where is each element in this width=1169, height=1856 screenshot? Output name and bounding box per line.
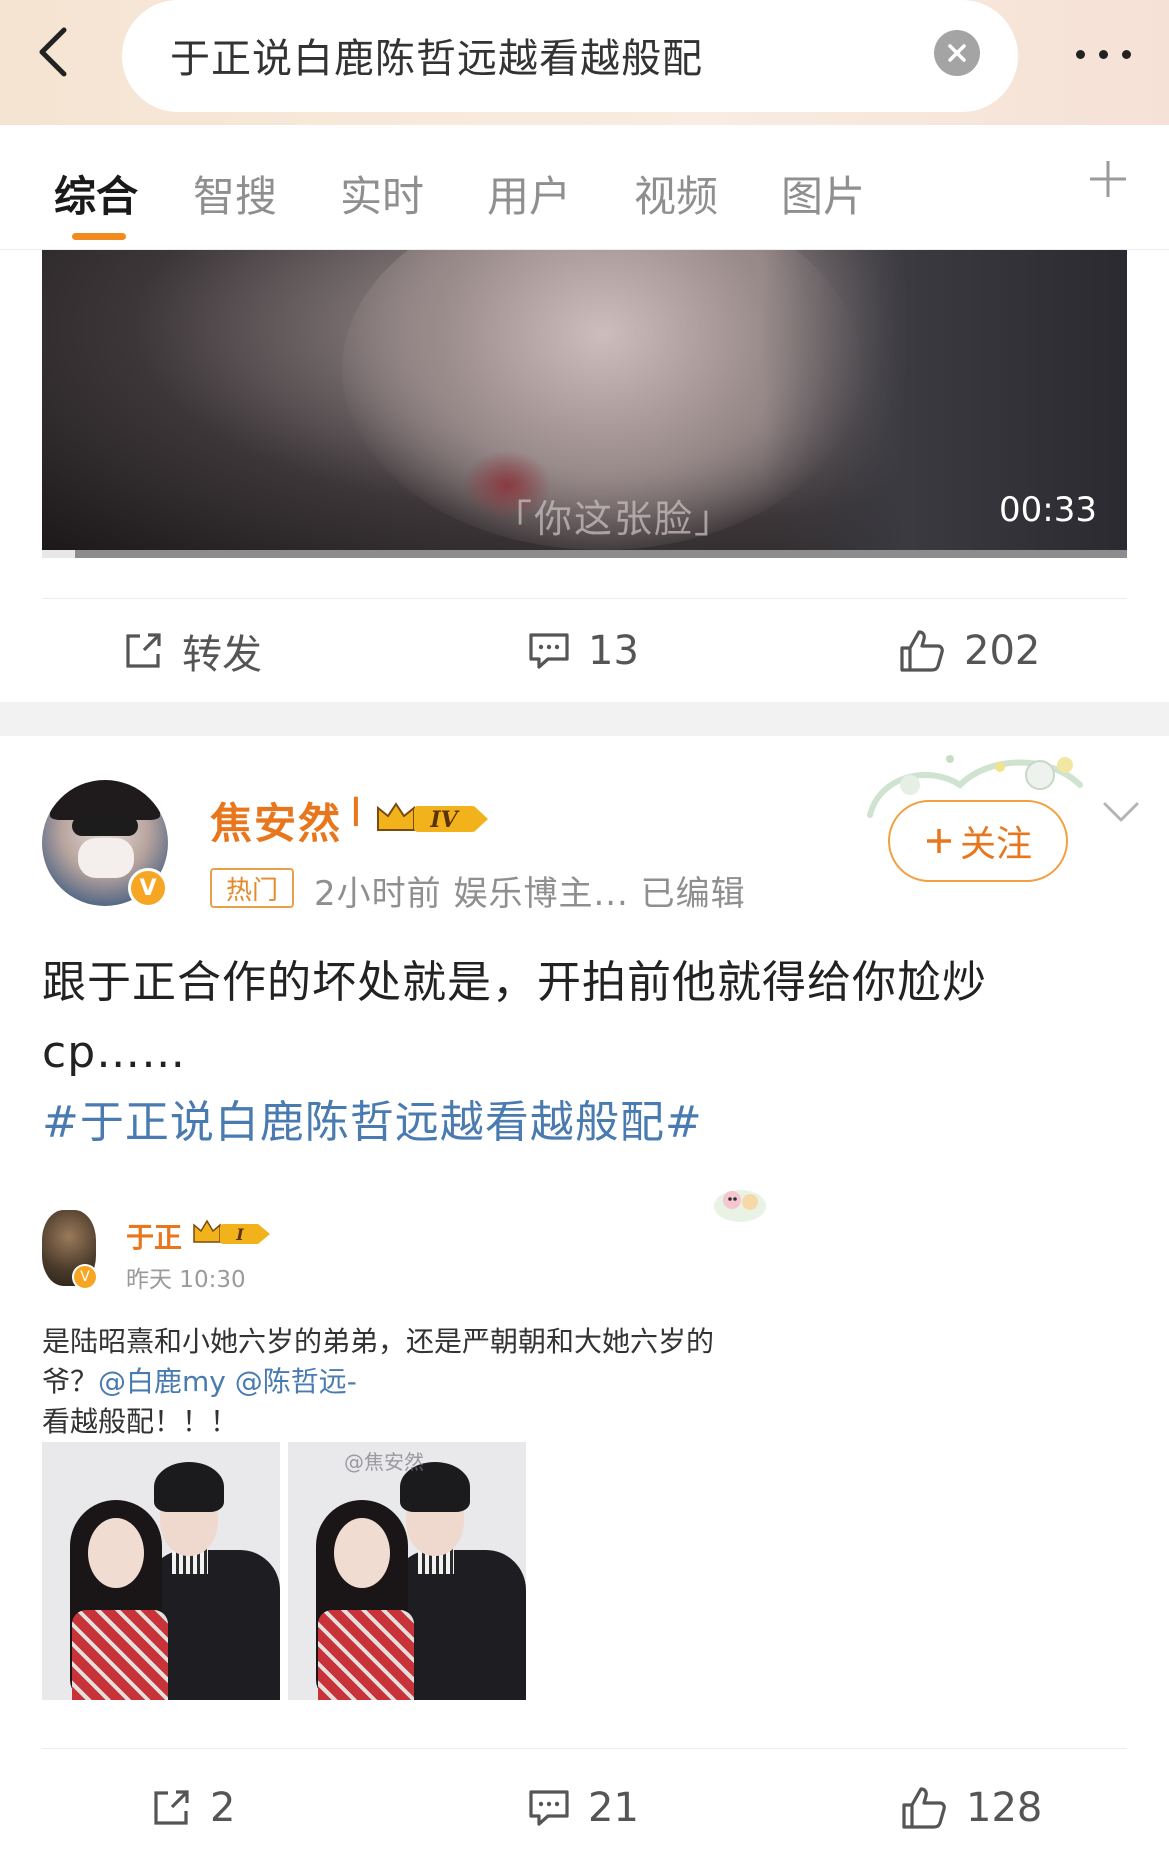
like-count: 202 [964, 628, 1041, 674]
video-duration: 00:33 [999, 490, 1097, 530]
like-button[interactable]: 202 [898, 599, 1040, 703]
photo-figure [154, 1462, 224, 1512]
divider [42, 1748, 1127, 1749]
tab-videos[interactable]: 视频 [634, 163, 718, 224]
embedded-text-line: 看越般配！！！ [42, 1405, 239, 1438]
video-progress-fill [42, 550, 75, 558]
search-input[interactable]: 于正说白鹿陈哲远越看越般配 [122, 0, 1018, 112]
share-icon [126, 633, 161, 668]
vip-level-text: IV [429, 807, 459, 833]
comment-count: 21 [588, 1785, 639, 1831]
plus-icon[interactable] [1088, 159, 1128, 199]
post-action-bar: 2 21 128 [42, 1756, 1127, 1856]
tab-smart-search[interactable]: 智搜 [193, 163, 277, 224]
embedded-text-line: 是陆昭熹和小她六岁的弟弟，还是严朝朝和大她六岁的 [42, 1325, 715, 1358]
share-icon [154, 1790, 189, 1825]
active-tab-indicator [72, 233, 126, 240]
embedded-photo [42, 1442, 280, 1700]
avatar-mask [78, 838, 134, 878]
repost-button[interactable]: 2 [150, 1756, 235, 1856]
embedded-timestamp: 昨天 10:30 [126, 1267, 246, 1293]
tab-comprehensive[interactable]: 综合 [54, 163, 138, 224]
follow-label: 关注 [959, 824, 1032, 865]
photo-watermark: @焦安然 [344, 1450, 424, 1474]
thumbs-up-icon [900, 630, 944, 672]
follow-button[interactable]: 关注 [888, 800, 1068, 882]
more-options-button[interactable] [1058, 42, 1148, 66]
embedded-text-fragment: 爷？ [42, 1365, 99, 1398]
comment-icon [529, 1790, 569, 1826]
back-button[interactable] [28, 22, 88, 82]
repost-button[interactable]: 转发 [122, 599, 262, 703]
tab-realtime[interactable]: 实时 [340, 163, 424, 224]
sticker-icon [714, 1190, 766, 1222]
comment-count: 13 [588, 628, 639, 674]
chevron-left-icon [39, 27, 67, 77]
more-dot [1121, 49, 1131, 59]
avatar-glasses [72, 816, 138, 836]
tab-images[interactable]: 图片 [781, 163, 865, 224]
like-count: 128 [966, 1785, 1043, 1831]
embedded-mentions: @白鹿my @陈哲远- [98, 1365, 357, 1398]
username[interactable]: 焦安然 [210, 790, 342, 851]
embedded-text-line: 爷？@白鹿my @陈哲远- [42, 1360, 357, 1400]
hashtag-link[interactable]: #于正说白鹿陈哲远越看越般配# [42, 1086, 703, 1150]
embedded-photo: @焦安然 [288, 1442, 526, 1700]
like-button[interactable]: 128 [900, 1756, 1042, 1856]
embedded-username: 于正 [126, 1221, 183, 1254]
photo-figure [334, 1518, 390, 1588]
username-suffix: I [350, 790, 362, 836]
photo-figure [72, 1610, 168, 1700]
post-action-bar: 转发 13 202 [42, 598, 1127, 702]
feed-divider [0, 702, 1169, 736]
comment-button[interactable]: 21 [528, 1756, 639, 1856]
search-query-text: 于正说白鹿陈哲远越看越般配 [170, 36, 703, 82]
repost-label: 转发 [182, 632, 262, 678]
post-text: 跟于正合作的坏处就是，开拍前他就得给你尬炒cp…… [42, 957, 987, 1078]
verified-badge-icon: V [128, 868, 168, 908]
chevron-down-icon[interactable] [1102, 800, 1140, 826]
vip-crown-badge-icon: IV [377, 802, 488, 833]
video-player[interactable]: 「你这张脸」 00:33 [42, 250, 1127, 558]
vip-crown-badge-icon: I [193, 1219, 270, 1244]
comment-button[interactable]: 13 [528, 599, 639, 703]
tab-users[interactable]: 用户 [487, 163, 571, 224]
more-dots-icon [1075, 49, 1085, 59]
verified-badge-icon: V [72, 1264, 98, 1290]
photo-figure [318, 1610, 414, 1700]
more-dot [1098, 49, 1108, 59]
search-header: 于正说白鹿陈哲远越看越般配 [0, 0, 1169, 125]
search-tabs: 综合 智搜 实时 用户 视频 图片 [0, 125, 1169, 250]
video-subtitle: 「你这张脸」 [494, 497, 735, 541]
close-icon [948, 44, 966, 62]
thumbs-up-icon [902, 1787, 946, 1829]
plus-icon [926, 829, 951, 853]
video-progress-bar[interactable] [42, 550, 1127, 558]
comment-icon [529, 633, 569, 669]
embedded-vip-level: I [235, 1225, 244, 1244]
photo-figure [88, 1518, 144, 1588]
embedded-post-image[interactable]: V 于正 I 昨天 10:30 是陆昭熹和小她六岁的弟弟，还是严朝朝和大她六岁的… [42, 1180, 772, 1700]
repost-count: 2 [210, 1785, 236, 1831]
avatar-hair [50, 780, 160, 820]
clear-search-button[interactable] [934, 30, 980, 76]
post-meta: 2小时前 娱乐博主... 已编辑 [314, 874, 746, 914]
hot-badge: 热门 [210, 868, 294, 908]
